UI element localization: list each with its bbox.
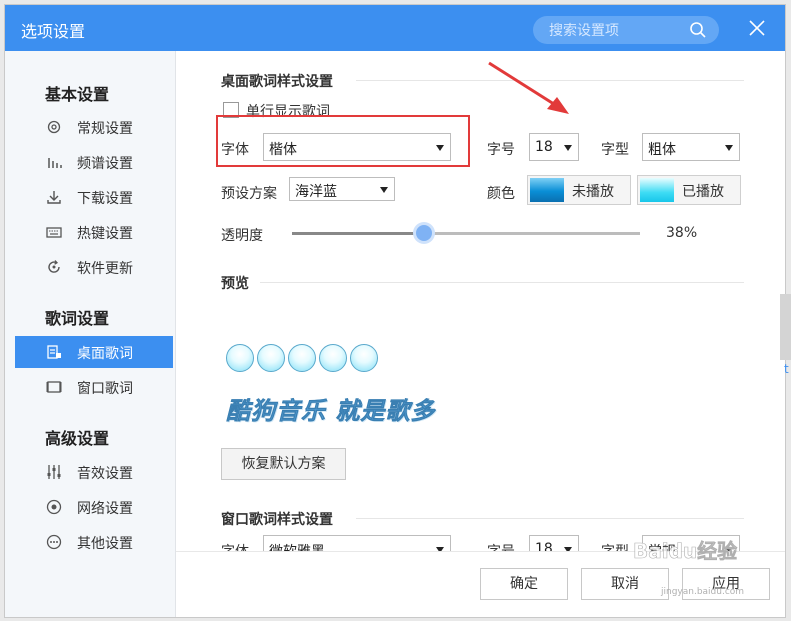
played-color-button[interactable]: 已播放 <box>637 175 741 205</box>
chevron-down-icon <box>380 187 388 193</box>
sidebar-item-other[interactable]: 其他设置 <box>15 526 173 558</box>
sidebar-item-label: 常规设置 <box>77 121 133 137</box>
opacity-slider-handle[interactable] <box>416 225 432 241</box>
sidebar-item-label: 软件更新 <box>77 261 133 277</box>
size-label: 字号 <box>487 142 515 158</box>
window-lyrics-icon <box>46 379 62 395</box>
search-input[interactable] <box>547 21 686 41</box>
lyrics-progress-ball <box>226 344 254 372</box>
size-select-value: 18 <box>535 139 553 155</box>
preview-title: 预览 <box>221 276 249 292</box>
ok-button[interactable]: 确定 <box>480 568 568 600</box>
gear-icon <box>46 119 62 135</box>
lyrics-progress-ball <box>350 344 378 372</box>
sidebar-item-spectrum[interactable]: 频谱设置 <box>15 146 173 178</box>
sidebar-item-label: 网络设置 <box>77 501 133 517</box>
opacity-value: 38% <box>666 225 698 241</box>
search-icon[interactable] <box>689 21 707 43</box>
group-title-basic: 基本设置 <box>45 85 110 104</box>
style-select-value: 粗体 <box>648 142 676 158</box>
sidebar-item-download[interactable]: 下载设置 <box>15 181 173 213</box>
lyrics-preview-text: 酷狗音乐 就是歌多 <box>226 396 436 426</box>
section-title-desktop-lyrics: 桌面歌词样式设置 <box>221 74 333 90</box>
annotation-arrow <box>488 61 569 114</box>
section-divider <box>260 282 744 283</box>
opacity-label: 透明度 <box>221 228 263 244</box>
keyboard-icon <box>46 224 62 240</box>
sidebar-item-label: 音效设置 <box>77 466 133 482</box>
color-label: 颜色 <box>487 186 515 202</box>
group-title-advanced: 高级设置 <box>45 429 110 448</box>
section-divider <box>356 518 744 519</box>
style-select[interactable]: 粗体 <box>642 133 740 161</box>
sidebar-item-label: 其他设置 <box>77 536 133 552</box>
restore-default-button[interactable]: 恢复默认方案 <box>221 448 346 480</box>
background-window-scrollbar[interactable] <box>780 294 791 360</box>
preset-select-value: 海洋蓝 <box>295 184 337 200</box>
sidebar-item-sound-effects[interactable]: 音效设置 <box>15 456 173 488</box>
sidebar-item-label: 频谱设置 <box>77 156 133 172</box>
sidebar-item-label: 桌面歌词 <box>77 346 133 362</box>
lyrics-progress-ball <box>257 344 285 372</box>
sidebar-item-label: 热键设置 <box>77 226 133 242</box>
close-icon[interactable] <box>748 19 766 41</box>
cancel-button[interactable]: 取消 <box>581 568 669 600</box>
desktop-lyrics-icon <box>46 344 62 360</box>
style-label: 字型 <box>601 142 629 158</box>
download-icon <box>46 189 62 205</box>
options-dialog: 选项设置 基本设置 常规设置 频谱设置 下载设置 热键设置 <box>5 5 785 617</box>
unplayed-color-label: 未播放 <box>572 184 614 200</box>
lyrics-progress-ball <box>319 344 347 372</box>
sidebar-item-window-lyrics[interactable]: 窗口歌词 <box>15 371 173 403</box>
chevron-down-icon <box>564 145 572 151</box>
chevron-down-icon <box>725 145 733 151</box>
dialog-title: 选项设置 <box>21 22 86 41</box>
title-bar: 选项设置 <box>5 5 785 51</box>
network-icon <box>46 499 62 515</box>
sidebar-item-update[interactable]: 软件更新 <box>15 251 173 283</box>
sidebar-item-label: 窗口歌词 <box>77 381 133 397</box>
group-title-lyrics: 歌词设置 <box>45 309 110 328</box>
equalizer-icon <box>46 464 62 480</box>
background-window-link: t <box>784 362 789 374</box>
played-color-swatch <box>640 178 674 202</box>
lyrics-progress-ball <box>288 344 316 372</box>
played-color-label: 已播放 <box>682 184 724 200</box>
sidebar-item-desktop-lyrics[interactable]: 桌面歌词 <box>15 336 173 368</box>
sidebar-item-label: 下载设置 <box>77 191 133 207</box>
sidebar-item-hotkeys[interactable]: 热键设置 <box>15 216 173 248</box>
update-icon <box>46 259 62 275</box>
watermark-logo: Baidu经验 <box>633 539 738 564</box>
section-title-window-lyrics: 窗口歌词样式设置 <box>221 512 333 528</box>
annotation-highlight-box <box>216 115 470 167</box>
unplayed-color-swatch <box>530 178 564 202</box>
settings-search[interactable] <box>533 16 719 44</box>
spectrum-icon <box>46 154 62 170</box>
unplayed-color-button[interactable]: 未播放 <box>527 175 631 205</box>
sidebar-item-network[interactable]: 网络设置 <box>15 491 173 523</box>
watermark-url: jingyan.baidu.com <box>661 587 745 597</box>
preset-label: 预设方案 <box>221 186 277 202</box>
sidebar-item-general[interactable]: 常规设置 <box>15 111 173 143</box>
size-select[interactable]: 18 <box>529 133 579 161</box>
sidebar: 基本设置 常规设置 频谱设置 下载设置 热键设置 软件更新 歌词设置 桌面歌词 <box>5 51 176 617</box>
preset-select[interactable]: 海洋蓝 <box>289 177 395 201</box>
opacity-slider-fill <box>292 232 424 235</box>
more-icon <box>46 534 62 550</box>
